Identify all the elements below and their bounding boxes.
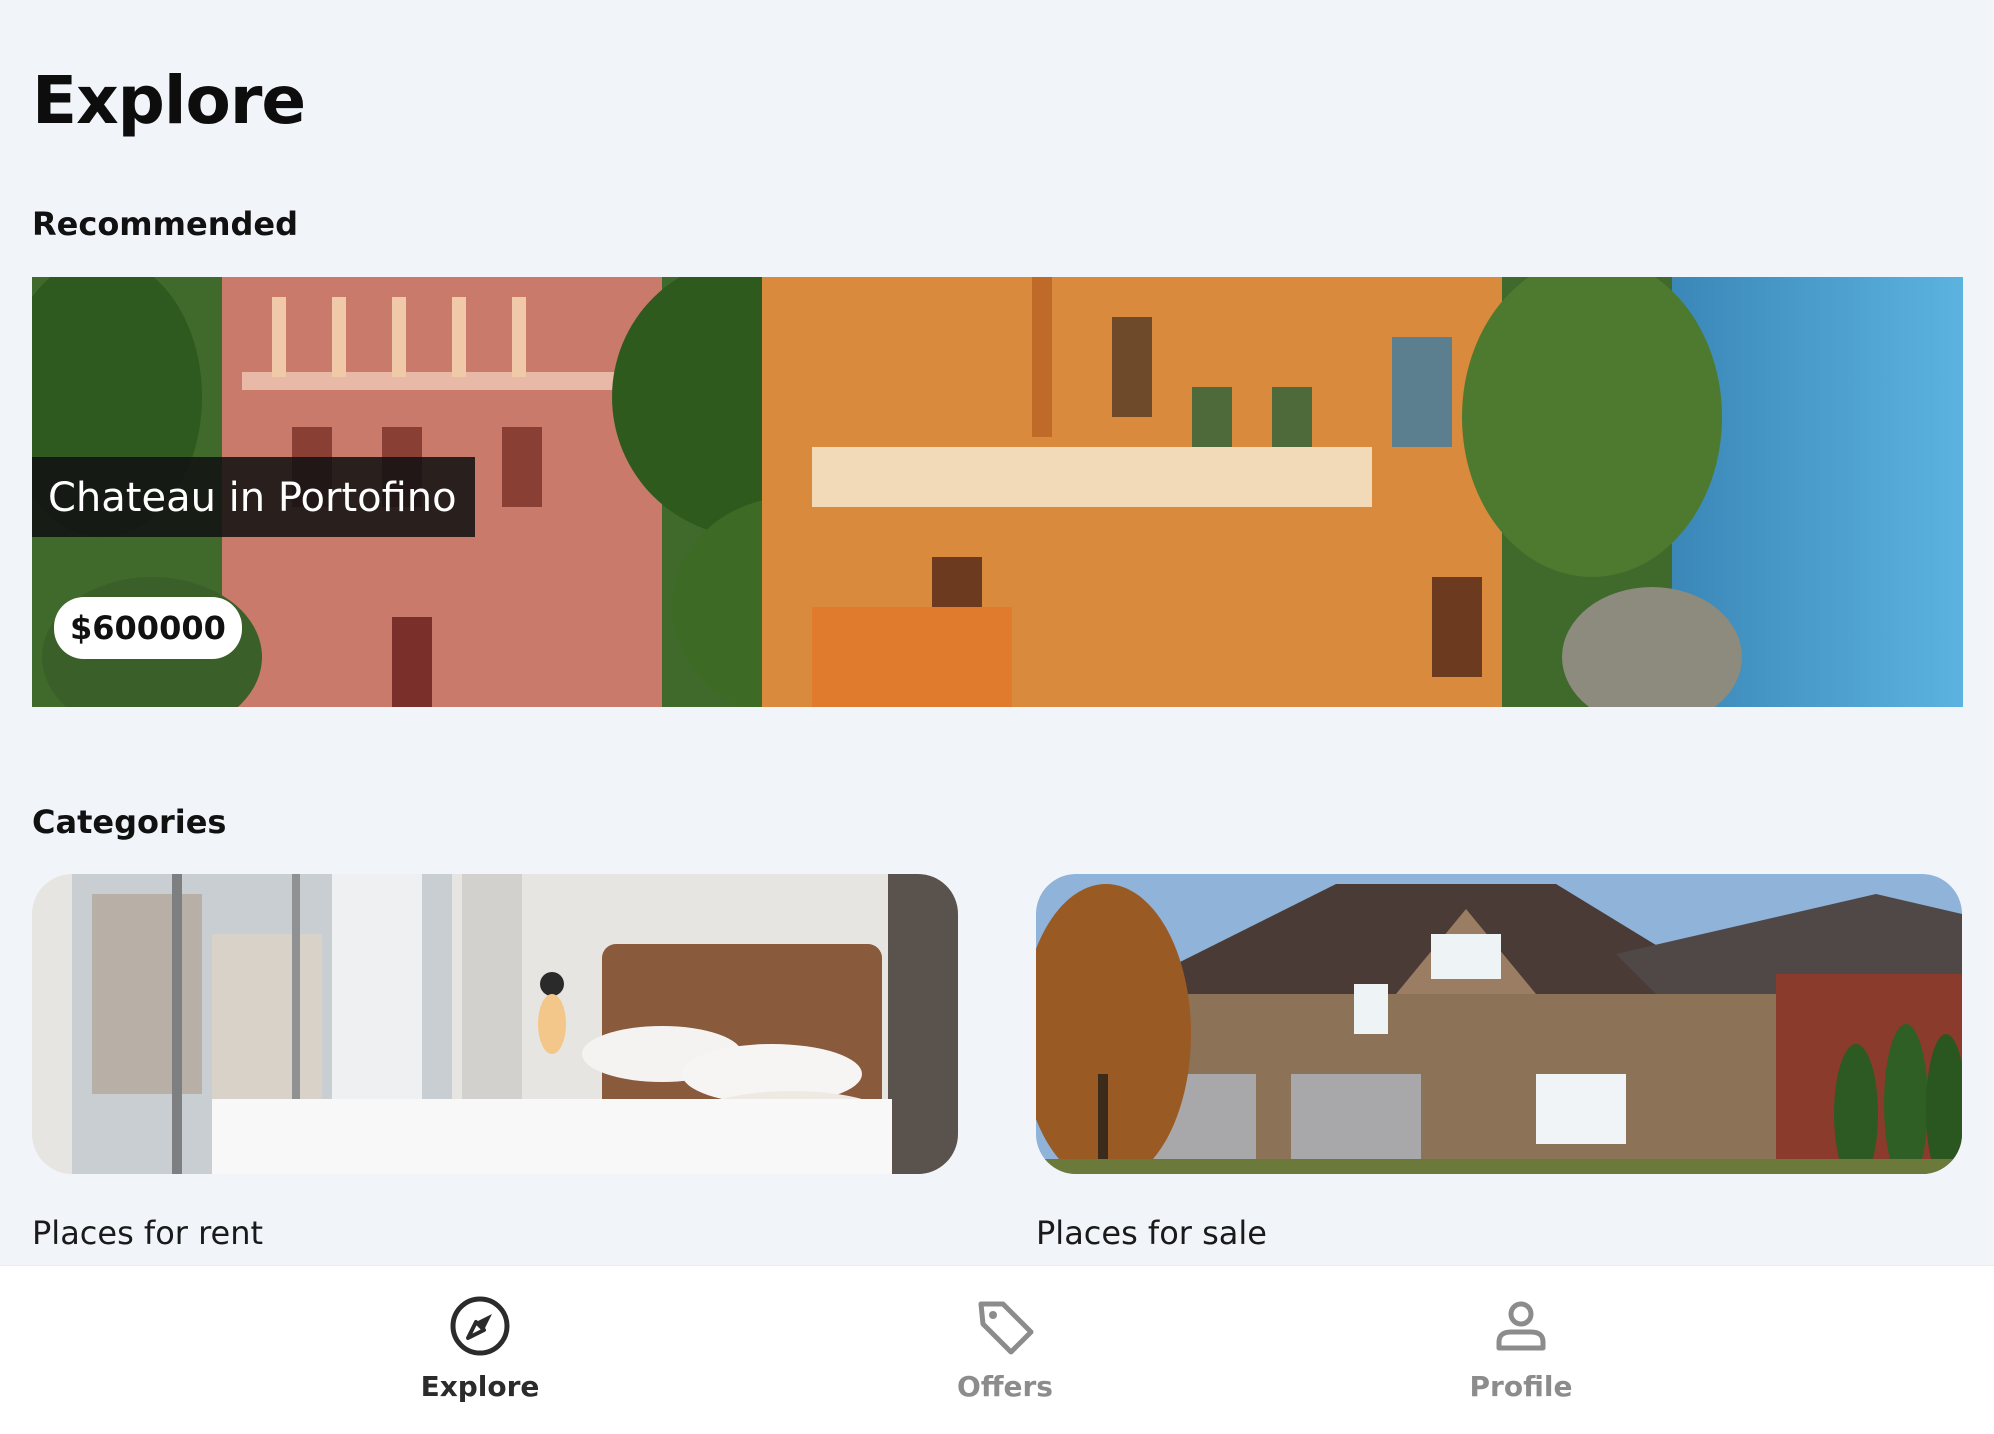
- category-label-rent: Places for rent: [32, 1214, 264, 1252]
- nav-item-explore[interactable]: Explore: [360, 1294, 600, 1414]
- category-label-sale: Places for sale: [1036, 1214, 1267, 1252]
- nav-label-profile: Profile: [1469, 1370, 1573, 1403]
- featured-listing-card[interactable]: Chateau in Portofino $600000: [32, 277, 1963, 707]
- nav-item-profile[interactable]: Profile: [1401, 1294, 1641, 1414]
- recommended-heading: Recommended: [32, 205, 298, 243]
- category-image-rent: [32, 874, 958, 1174]
- compass-icon: [450, 1296, 510, 1356]
- category-places-for-sale[interactable]: Places for sale: [1036, 874, 1962, 1252]
- tag-icon: [978, 1301, 1034, 1355]
- category-places-for-rent[interactable]: Places for rent: [32, 874, 958, 1252]
- explore-screen: Explore Recommended Chateau in Portofino…: [0, 0, 1994, 1434]
- nav-item-offers[interactable]: Offers: [885, 1294, 1125, 1414]
- user-icon: [1496, 1301, 1546, 1351]
- nav-label-explore: Explore: [420, 1370, 540, 1403]
- categories-heading: Categories: [32, 803, 227, 841]
- bottom-navigation: Explore Offers Profile: [0, 1265, 1994, 1434]
- featured-listing-title: Chateau in Portofino: [32, 457, 475, 537]
- category-image-sale: [1036, 874, 1962, 1174]
- page-title: Explore: [32, 62, 306, 139]
- price-badge: $600000: [54, 597, 242, 659]
- nav-label-offers: Offers: [957, 1370, 1053, 1403]
